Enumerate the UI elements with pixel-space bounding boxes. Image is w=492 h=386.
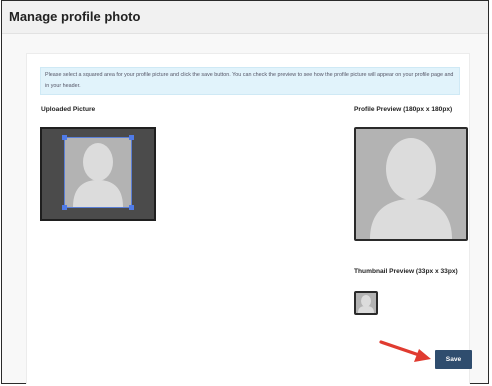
uploaded-picture-label: Uploaded Picture [41, 106, 96, 113]
dialog-window: Manage profile photo Please select a squ… [1, 0, 489, 384]
dialog-header: Manage profile photo [2, 1, 488, 34]
info-message: Please select a squared area for your pr… [40, 67, 460, 95]
profile-preview-label: Profile Preview (180px x 180px) [354, 106, 453, 113]
profile-preview-image [354, 127, 468, 241]
uploaded-picture [40, 127, 156, 221]
crop-area[interactable] [62, 135, 134, 210]
crop-handle-top-right[interactable] [129, 135, 134, 140]
crop-handle-bottom-left[interactable] [62, 205, 67, 210]
arrow-pointer-icon [379, 340, 431, 362]
content-panel: Please select a squared area for your pr… [26, 53, 472, 384]
save-button[interactable]: Save [435, 350, 472, 369]
thumbnail-preview-label: Thumbnail Preview (33px x 33px) [354, 268, 458, 275]
thumbnail-preview-image [354, 291, 378, 315]
silhouette-icon [370, 138, 452, 239]
silhouette-icon [358, 295, 374, 313]
crop-handle-top-left[interactable] [62, 135, 67, 140]
silhouette-icon [73, 143, 123, 207]
dialog-title: Manage profile photo [9, 9, 141, 24]
crop-handle-bottom-right[interactable] [129, 205, 134, 210]
